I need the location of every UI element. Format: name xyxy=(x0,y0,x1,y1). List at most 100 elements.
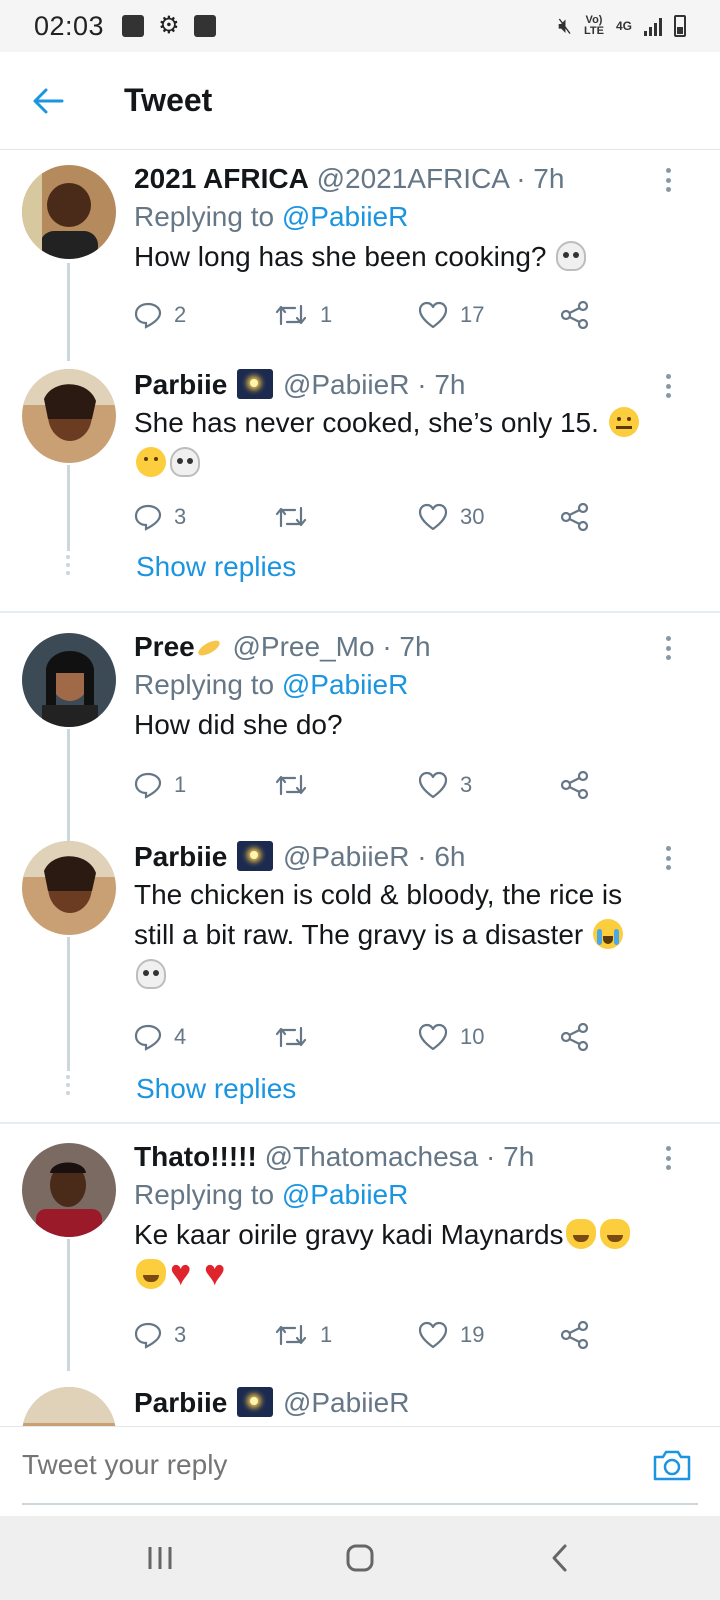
avatar[interactable] xyxy=(22,633,116,727)
tweet[interactable]: Thato!!!!! @Thatomachesa · 7h Replying t… xyxy=(0,1131,720,1371)
red-heart-emoji-icon xyxy=(204,1253,234,1293)
reply-button[interactable]: 4 xyxy=(134,1023,186,1051)
more-options-button[interactable] xyxy=(658,165,678,195)
avatar[interactable] xyxy=(22,841,116,935)
retweet-button[interactable]: 1 xyxy=(274,1322,332,1348)
more-options-button[interactable] xyxy=(658,843,678,873)
retweet-icon xyxy=(275,774,307,796)
tweet-actions: 2 1 17 xyxy=(134,295,604,335)
camera-button[interactable] xyxy=(652,1447,692,1487)
user-handle[interactable]: @PabiieR xyxy=(283,369,409,400)
user-handle[interactable]: @PabiieR xyxy=(283,841,409,872)
retweet-count: 1 xyxy=(320,1322,333,1347)
like-button[interactable]: 3 xyxy=(418,771,472,799)
cat-tears-of-joy-emoji-icon xyxy=(136,1259,166,1289)
tweet-time: · 6h xyxy=(417,841,466,872)
more-options-button[interactable] xyxy=(658,633,678,663)
like-count: 17 xyxy=(460,302,485,327)
back-nav-button[interactable] xyxy=(530,1528,590,1588)
tweet-content: Pree @Pree_Mo · 7h Replying to @PabiieR … xyxy=(134,629,680,745)
reply-icon xyxy=(134,302,162,329)
tweet[interactable]: Parbiie @PabiieR · 6h The chicken is col… xyxy=(0,841,720,1131)
like-count: 30 xyxy=(460,504,485,529)
retweet-button[interactable] xyxy=(274,1024,320,1050)
retweet-icon xyxy=(275,1324,307,1346)
status-time: 02:03 xyxy=(34,10,105,41)
home-button[interactable] xyxy=(330,1528,390,1588)
thread-connector xyxy=(67,937,70,1071)
tweet-header: Parbiie @PabiieR · 7h xyxy=(134,367,680,403)
tweet[interactable]: 2021 AFRICA @2021AFRICA · 7h Replying to… xyxy=(0,151,720,361)
cat-tears-of-joy-emoji-icon xyxy=(599,1219,630,1249)
more-options-button[interactable] xyxy=(658,1143,678,1173)
reply-button[interactable]: 3 xyxy=(134,1321,186,1349)
loudly-crying-emoji-icon xyxy=(593,919,623,949)
mention-link[interactable]: @PabiieR xyxy=(282,1179,408,1210)
tweet-header: 2021 AFRICA @2021AFRICA · 7h xyxy=(134,161,680,197)
share-button[interactable] xyxy=(560,1023,590,1051)
recent-apps-button[interactable] xyxy=(130,1528,190,1588)
tweet-time: · 7h xyxy=(486,1141,535,1172)
user-handle[interactable]: @PabiieR xyxy=(283,1387,409,1418)
tweet-actions: 4 10 xyxy=(134,1017,604,1057)
display-name[interactable]: Parbiie xyxy=(134,841,227,872)
display-name[interactable]: Parbiie xyxy=(134,1387,227,1418)
tweet-header: Thato!!!!! @Thatomachesa · 7h xyxy=(134,1139,680,1175)
data-type-label: 4G xyxy=(615,19,632,33)
tweet[interactable]: Parbiie @PabiieR · 7h She has never cook… xyxy=(0,361,720,611)
conversation-divider xyxy=(0,1122,720,1124)
share-button[interactable] xyxy=(560,771,590,799)
like-button[interactable]: 19 xyxy=(418,1321,484,1349)
more-options-button[interactable] xyxy=(658,371,678,401)
user-handle[interactable]: @2021AFRICA xyxy=(317,163,509,194)
like-button[interactable]: 10 xyxy=(418,1023,484,1051)
tweet-partial[interactable]: Parbiie @PabiieR xyxy=(0,1387,720,1426)
mention-link[interactable]: @PabiieR xyxy=(282,201,408,232)
avatar[interactable] xyxy=(22,165,116,259)
cat-tears-of-joy-emoji-icon xyxy=(565,1219,596,1249)
like-count: 3 xyxy=(460,772,473,797)
recent-apps-icon xyxy=(148,1547,172,1569)
display-name[interactable]: Parbiie xyxy=(134,369,227,400)
settings-gear-icon: ⚙ xyxy=(158,12,180,39)
tweet-actions: 3 30 xyxy=(134,497,604,537)
reply-thread[interactable]: 2021 AFRICA @2021AFRICA · 7h Replying to… xyxy=(0,151,720,1426)
status-system-icons: 🔇︎ Vo) LTE 4G xyxy=(558,13,686,39)
share-button[interactable] xyxy=(560,1321,590,1349)
app-header: Tweet xyxy=(0,52,720,150)
share-icon xyxy=(560,771,589,799)
retweet-button[interactable]: 1 xyxy=(274,302,332,328)
checkbox-icon xyxy=(193,15,216,37)
show-replies-link[interactable]: Show replies xyxy=(136,1073,296,1105)
avatar[interactable] xyxy=(22,1143,116,1237)
display-name[interactable]: 2021 AFRICA xyxy=(134,163,309,194)
share-button[interactable] xyxy=(560,301,590,329)
tweet-text: Ke kaar oirile gravy kadi Maynards xyxy=(134,1215,680,1295)
mention-link[interactable]: @PabiieR xyxy=(282,669,408,700)
tweet[interactable]: Pree @Pree_Mo · 7h Replying to @PabiieR … xyxy=(0,621,720,841)
tweet-time: · 7h xyxy=(516,163,565,194)
reply-icon xyxy=(134,504,162,531)
user-handle[interactable]: @Thatomachesa xyxy=(265,1141,479,1172)
share-button[interactable] xyxy=(560,503,590,531)
like-button[interactable]: 17 xyxy=(418,301,484,329)
tweet-reply-input[interactable] xyxy=(22,1449,502,1481)
show-replies-link[interactable]: Show replies xyxy=(136,551,296,583)
display-name[interactable]: Thato!!!!! xyxy=(134,1141,257,1172)
thread-dots xyxy=(66,555,71,579)
back-button[interactable] xyxy=(20,73,76,129)
reply-button[interactable]: 1 xyxy=(134,771,186,799)
thread-dots xyxy=(66,1075,71,1099)
retweet-button[interactable] xyxy=(274,504,320,530)
reply-button[interactable]: 2 xyxy=(134,301,186,329)
like-count: 19 xyxy=(460,1322,485,1347)
replying-to-label: Replying to xyxy=(134,1179,275,1210)
avatar[interactable] xyxy=(22,369,116,463)
avatar[interactable] xyxy=(22,1387,116,1426)
retweet-button[interactable] xyxy=(274,772,320,798)
user-handle[interactable]: @Pree_Mo xyxy=(233,631,375,662)
like-count: 10 xyxy=(460,1024,485,1049)
like-button[interactable]: 30 xyxy=(418,503,484,531)
display-name[interactable]: Pree xyxy=(134,631,195,662)
reply-button[interactable]: 3 xyxy=(134,503,186,531)
